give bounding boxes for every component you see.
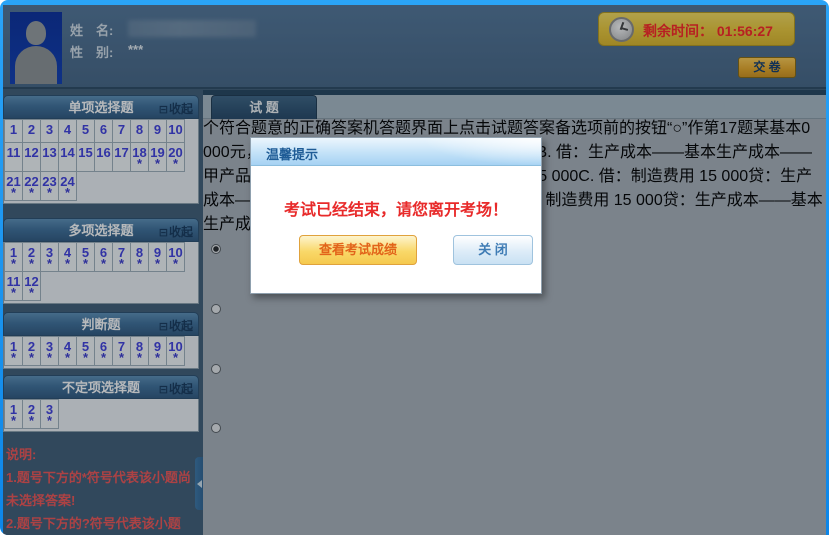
dialog-title: 温馨提示 [266, 144, 318, 163]
exam-app: 姓 名: 性 别: *** 剩余时间： 01:56:27 交 卷 单项选择题⊟收… [3, 5, 826, 535]
dialog-title-bar: 温馨提示 [251, 138, 541, 166]
exam-finished-dialog: 温馨提示 考试已经结束，请您离开考场！ 查看考试成绩 关 闭 [250, 137, 542, 294]
dialog-message: 考试已经结束，请您离开考场！ [251, 196, 541, 220]
view-score-button[interactable]: 查看考试成绩 [299, 235, 417, 265]
close-dialog-button[interactable]: 关 闭 [453, 235, 533, 265]
app-window-frame: 姓 名: 性 别: *** 剩余时间： 01:56:27 交 卷 单项选择题⊟收… [0, 0, 829, 535]
